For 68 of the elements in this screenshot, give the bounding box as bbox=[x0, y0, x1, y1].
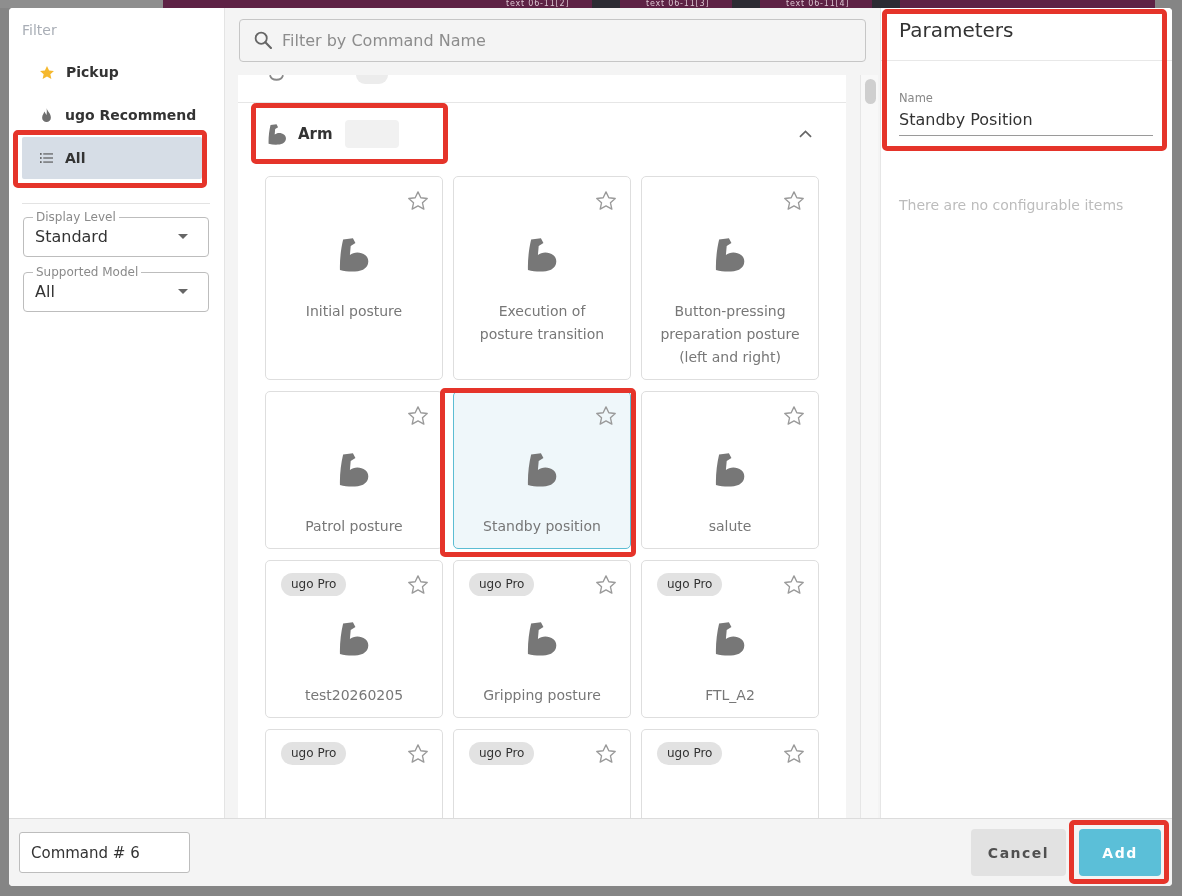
star-icon[interactable] bbox=[408, 405, 428, 425]
tab-end-block bbox=[732, 0, 760, 8]
star-icon bbox=[40, 65, 54, 79]
chevron-up-icon[interactable] bbox=[799, 130, 812, 138]
command-card[interactable]: ugo Pro Gripping posture bbox=[453, 560, 631, 718]
plan-badge: ugo Pro bbox=[469, 741, 535, 765]
plan-badge: ugo Pro bbox=[657, 741, 723, 765]
star-icon[interactable] bbox=[784, 190, 804, 210]
empty-message: There are no configurable items bbox=[899, 197, 1124, 214]
flexed-arm-icon bbox=[338, 453, 370, 487]
plan-badge: ugo Pro bbox=[469, 572, 535, 596]
panel-title: Parameters bbox=[881, 8, 1172, 61]
command-card[interactable]: ugo Pro bbox=[453, 729, 631, 818]
command-card[interactable]: ugo Pro FTL_A2 bbox=[641, 560, 819, 718]
plan-badge: ugo Pro bbox=[281, 741, 347, 765]
list-icon bbox=[40, 153, 53, 163]
command-card[interactable]: Patrol posture bbox=[265, 391, 443, 549]
flexed-arm-icon bbox=[526, 453, 558, 487]
star-icon[interactable] bbox=[596, 743, 616, 763]
tab-label[interactable]: text 06-11[2] bbox=[506, 0, 592, 8]
flexed-arm-icon bbox=[526, 622, 558, 656]
filter-item[interactable]: All bbox=[22, 137, 202, 179]
search-field[interactable]: Filter by Command Name bbox=[239, 19, 866, 62]
command-card[interactable]: Button-pressing preparation posture (left and right) bbox=[641, 176, 819, 380]
scrollbar-thumb[interactable] bbox=[865, 79, 876, 104]
flexed-arm-icon bbox=[526, 238, 558, 272]
command-card[interactable]: Initial posture bbox=[265, 176, 443, 380]
flexed-arm-icon bbox=[714, 238, 746, 272]
command-card[interactable]: ugo Pro bbox=[641, 729, 819, 818]
flame-icon bbox=[42, 108, 51, 122]
filter-heading: Filter bbox=[22, 22, 57, 39]
flexed-arm-icon bbox=[338, 622, 370, 656]
tab-end-block bbox=[592, 0, 620, 8]
plan-badge: ugo Pro bbox=[657, 572, 723, 596]
command-card[interactable]: ugo Pro bbox=[265, 729, 443, 818]
star-icon[interactable] bbox=[596, 574, 616, 594]
flexed-arm-icon bbox=[714, 453, 746, 487]
tab-end-block bbox=[872, 0, 900, 8]
search-icon bbox=[254, 31, 272, 49]
dropdown-field[interactable]: Display Level Standard bbox=[23, 210, 209, 257]
star-icon[interactable] bbox=[408, 574, 428, 594]
command-card[interactable]: ugo Pro test20260205 bbox=[265, 560, 443, 718]
category-title: Arm bbox=[298, 125, 333, 143]
star-icon[interactable] bbox=[408, 743, 428, 763]
flexed-arm-icon bbox=[714, 622, 746, 656]
tab-label[interactable]: text 06-11[4] bbox=[786, 0, 872, 8]
name-field[interactable]: Name Standby Position bbox=[899, 91, 1153, 136]
filter-item[interactable]: ugo Recommend bbox=[22, 94, 202, 136]
star-icon[interactable] bbox=[596, 190, 616, 210]
plan-badge: ugo Pro bbox=[281, 572, 347, 596]
star-icon[interactable] bbox=[408, 190, 428, 210]
command-card[interactable]: Execution of posture transition bbox=[453, 176, 631, 380]
partial-icon bbox=[269, 75, 284, 82]
flexed-arm-icon bbox=[338, 238, 370, 272]
command-card[interactable]: salute bbox=[641, 391, 819, 549]
cancel-button[interactable]: Cancel bbox=[971, 829, 1066, 876]
caret-down-icon bbox=[178, 288, 188, 294]
star-icon[interactable] bbox=[596, 405, 616, 425]
command-name-field[interactable]: Command # 6 bbox=[19, 832, 190, 873]
star-icon[interactable] bbox=[784, 743, 804, 763]
star-icon[interactable] bbox=[784, 574, 804, 594]
flexed-arm-icon bbox=[268, 123, 287, 145]
caret-down-icon bbox=[178, 233, 188, 239]
dropdown-field[interactable]: Supported Model All bbox=[23, 265, 209, 312]
filter-item[interactable]: Pickup bbox=[22, 51, 202, 93]
command-card[interactable]: Standby position bbox=[453, 391, 631, 549]
star-icon[interactable] bbox=[784, 405, 804, 425]
tab-label[interactable]: text 06-11[3] bbox=[646, 0, 732, 8]
